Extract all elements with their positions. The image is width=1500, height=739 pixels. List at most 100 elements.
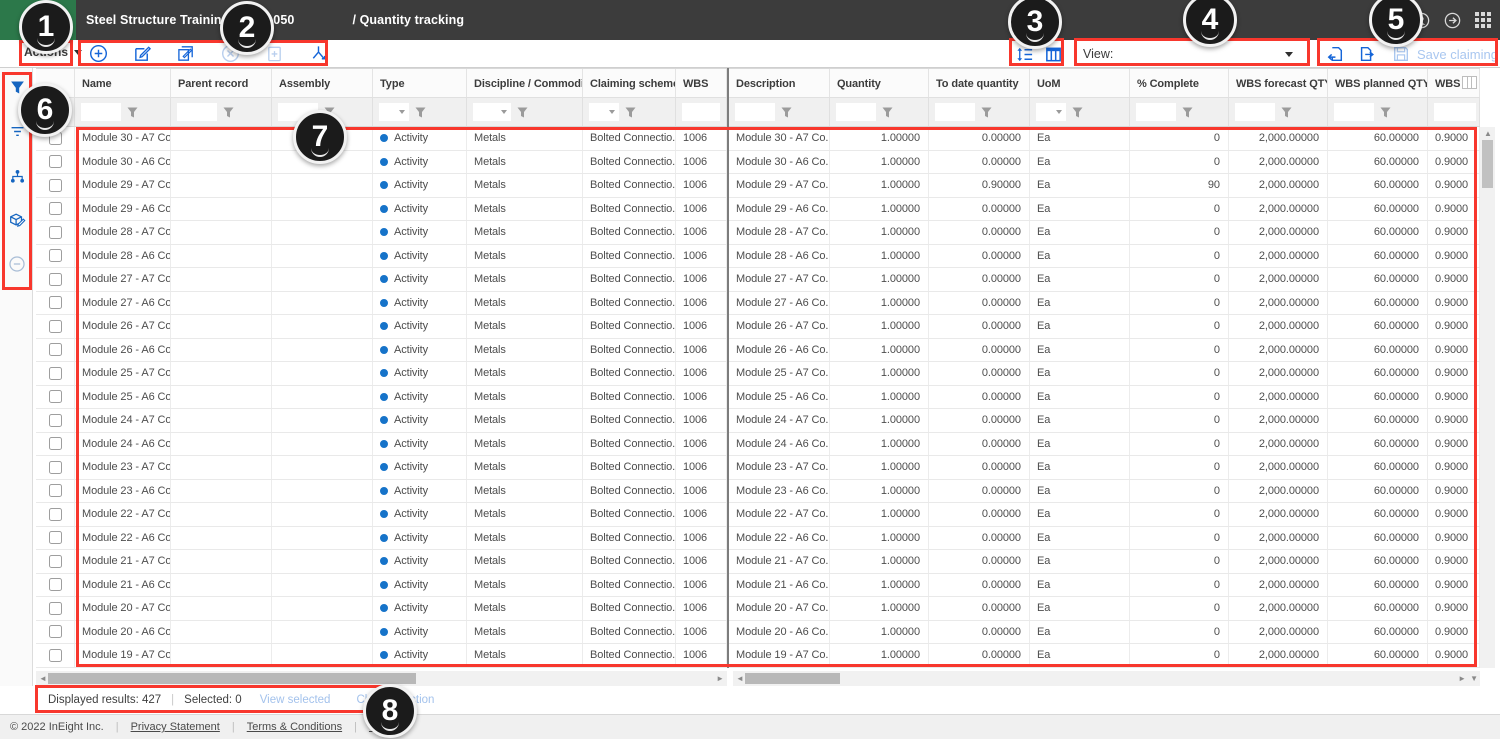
cell-type[interactable]: Activity (373, 315, 467, 338)
paste-add-button[interactable] (264, 43, 284, 63)
row-checkbox[interactable] (49, 531, 62, 544)
cell-claiming-scheme[interactable]: Bolted Connectio... (583, 456, 676, 479)
cell-name[interactable]: Module 20 - A6 Co... (75, 621, 171, 644)
cell-wbs-planned-qty[interactable]: 60.00000 (1328, 409, 1428, 432)
cell-assembly[interactable] (272, 456, 373, 479)
cell-discipline[interactable]: Metals (467, 221, 583, 244)
cell-uom[interactable]: Ea (1030, 268, 1130, 291)
row-checkbox[interactable] (49, 508, 62, 521)
cell-type[interactable]: Activity (373, 127, 467, 150)
cell-assembly[interactable] (272, 386, 373, 409)
table-row[interactable]: Module 25 - A6 Co...ActivityMetalsBolted… (36, 386, 727, 410)
cell-wbs-forecast-qty[interactable]: 2,000.00000 (1229, 127, 1328, 150)
cell-description[interactable]: Module 22 - A6 Co... (729, 527, 830, 550)
row-checkbox[interactable] (49, 249, 62, 262)
cell-quantity[interactable]: 1.00000 (830, 292, 929, 315)
cell-description[interactable]: Module 30 - A7 Co... (729, 127, 830, 150)
cell-wbs-to[interactable]: 0.9000 (1428, 456, 1480, 479)
cell-discipline[interactable]: Metals (467, 362, 583, 385)
column-chooser-button[interactable] (1043, 44, 1063, 64)
cell-claiming-scheme[interactable]: Bolted Connectio... (583, 503, 676, 526)
cell-wbs-forecast-qty[interactable]: 2,000.00000 (1229, 315, 1328, 338)
cell-wbs-planned-qty[interactable]: 60.00000 (1328, 198, 1428, 221)
cell-assembly[interactable] (272, 151, 373, 174)
cell-parent-record[interactable] (171, 362, 272, 385)
cell-wbs[interactable]: 1006 (676, 527, 727, 550)
actions-dropdown-button[interactable]: Actions (24, 45, 82, 59)
cell-to-date-quantity[interactable]: 0.00000 (929, 198, 1030, 221)
row-checkbox[interactable] (49, 367, 62, 380)
cell-wbs-forecast-qty[interactable]: 2,000.00000 (1229, 527, 1328, 550)
cell-discipline[interactable]: Metals (467, 151, 583, 174)
cell-wbs-planned-qty[interactable]: 60.00000 (1328, 644, 1428, 667)
cell-claiming-scheme[interactable]: Bolted Connectio... (583, 480, 676, 503)
cell-parent-record[interactable] (171, 151, 272, 174)
cell-wbs-to[interactable]: 0.9000 (1428, 339, 1480, 362)
cell-uom[interactable]: Ea (1030, 456, 1130, 479)
cell-type[interactable]: Activity (373, 221, 467, 244)
cell-name[interactable]: Module 24 - A7 Co... (75, 409, 171, 432)
cell-wbs-planned-qty[interactable]: 60.00000 (1328, 456, 1428, 479)
cell-claiming-scheme[interactable]: Bolted Connectio... (583, 151, 676, 174)
cell-to-date-quantity[interactable]: 0.00000 (929, 644, 1030, 667)
table-row[interactable]: Module 26 - A7 Co...ActivityMetalsBolted… (36, 315, 727, 339)
cell-wbs-forecast-qty[interactable]: 2,000.00000 (1229, 409, 1328, 432)
filter-funnel-icon[interactable] (981, 107, 992, 118)
cell-wbs-forecast-qty[interactable]: 2,000.00000 (1229, 386, 1328, 409)
cell-description[interactable]: Module 20 - A7 Co... (729, 597, 830, 620)
cell-wbs-forecast-qty[interactable]: 2,000.00000 (1229, 456, 1328, 479)
table-row[interactable]: Module 21 - A7 Co...ActivityMetalsBolted… (36, 550, 727, 574)
table-row[interactable]: Module 28 - A7 Co...1.000000.00000Ea02,0… (729, 221, 1480, 245)
cell-description[interactable]: Module 23 - A6 Co... (729, 480, 830, 503)
view-selected-link[interactable]: View selected (260, 694, 331, 706)
row-checkbox[interactable] (49, 555, 62, 568)
cell-name[interactable]: Module 23 - A7 Co... (75, 456, 171, 479)
column-header-percent-complete[interactable]: % Complete (1130, 69, 1229, 97)
row-checkbox[interactable] (49, 461, 62, 474)
filter-input-wbs-to[interactable] (1434, 103, 1476, 121)
cell-assembly[interactable] (272, 644, 373, 667)
cell-name[interactable]: Module 22 - A7 Co... (75, 503, 171, 526)
cell-wbs-forecast-qty[interactable]: 2,000.00000 (1229, 433, 1328, 456)
table-row[interactable]: Module 26 - A6 Co...1.000000.00000Ea02,0… (729, 339, 1480, 363)
cell-wbs-forecast-qty[interactable]: 2,000.00000 (1229, 198, 1328, 221)
cell-wbs-to[interactable]: 0.9000 (1428, 574, 1480, 597)
cell-claiming-scheme[interactable]: Bolted Connectio... (583, 550, 676, 573)
cell-wbs-planned-qty[interactable]: 60.00000 (1328, 597, 1428, 620)
table-row[interactable]: Module 20 - A6 Co...1.000000.00000Ea02,0… (729, 621, 1480, 645)
cell-parent-record[interactable] (171, 527, 272, 550)
cell-percent-complete[interactable]: 0 (1130, 339, 1229, 362)
cell-name[interactable]: Module 30 - A7 Co... (75, 127, 171, 150)
cell-type[interactable]: Activity (373, 292, 467, 315)
cell-percent-complete[interactable]: 0 (1130, 480, 1229, 503)
cell-wbs-planned-qty[interactable]: 60.00000 (1328, 339, 1428, 362)
cell-wbs-planned-qty[interactable]: 60.00000 (1328, 221, 1428, 244)
table-row[interactable]: Module 22 - A7 Co...ActivityMetalsBolted… (36, 503, 727, 527)
table-row[interactable]: Module 25 - A6 Co...1.000000.00000Ea02,0… (729, 386, 1480, 410)
cell-wbs-planned-qty[interactable]: 60.00000 (1328, 433, 1428, 456)
cell-description[interactable]: Module 21 - A7 Co... (729, 550, 830, 573)
cell-claiming-scheme[interactable]: Bolted Connectio... (583, 597, 676, 620)
cell-wbs[interactable]: 1006 (676, 221, 727, 244)
cell-assembly[interactable] (272, 527, 373, 550)
cell-uom[interactable]: Ea (1030, 151, 1130, 174)
cell-uom[interactable]: Ea (1030, 315, 1130, 338)
cell-name[interactable]: Module 22 - A6 Co... (75, 527, 171, 550)
cell-name[interactable]: Module 28 - A6 Co... (75, 245, 171, 268)
row-checkbox[interactable] (49, 578, 62, 591)
clear-selection-link[interactable]: Clear Selection (356, 694, 434, 706)
edit-assembly-cube-icon[interactable] (7, 210, 27, 230)
cell-claiming-scheme[interactable]: Bolted Connectio... (583, 362, 676, 385)
cancel-button[interactable] (220, 43, 240, 63)
cell-wbs-planned-qty[interactable]: 60.00000 (1328, 127, 1428, 150)
row-checkbox[interactable] (49, 390, 62, 403)
filter-funnel-icon[interactable] (1281, 107, 1292, 118)
cell-description[interactable]: Module 28 - A7 Co... (729, 221, 830, 244)
cell-quantity[interactable]: 1.00000 (830, 127, 929, 150)
row-checkbox[interactable] (49, 155, 62, 168)
table-row[interactable]: Module 20 - A7 Co...1.000000.00000Ea02,0… (729, 597, 1480, 621)
cell-assembly[interactable] (272, 221, 373, 244)
cell-to-date-quantity[interactable]: 0.00000 (929, 268, 1030, 291)
cell-wbs-to[interactable]: 0.9000 (1428, 315, 1480, 338)
scroll-right-icon[interactable]: ► (716, 675, 724, 683)
